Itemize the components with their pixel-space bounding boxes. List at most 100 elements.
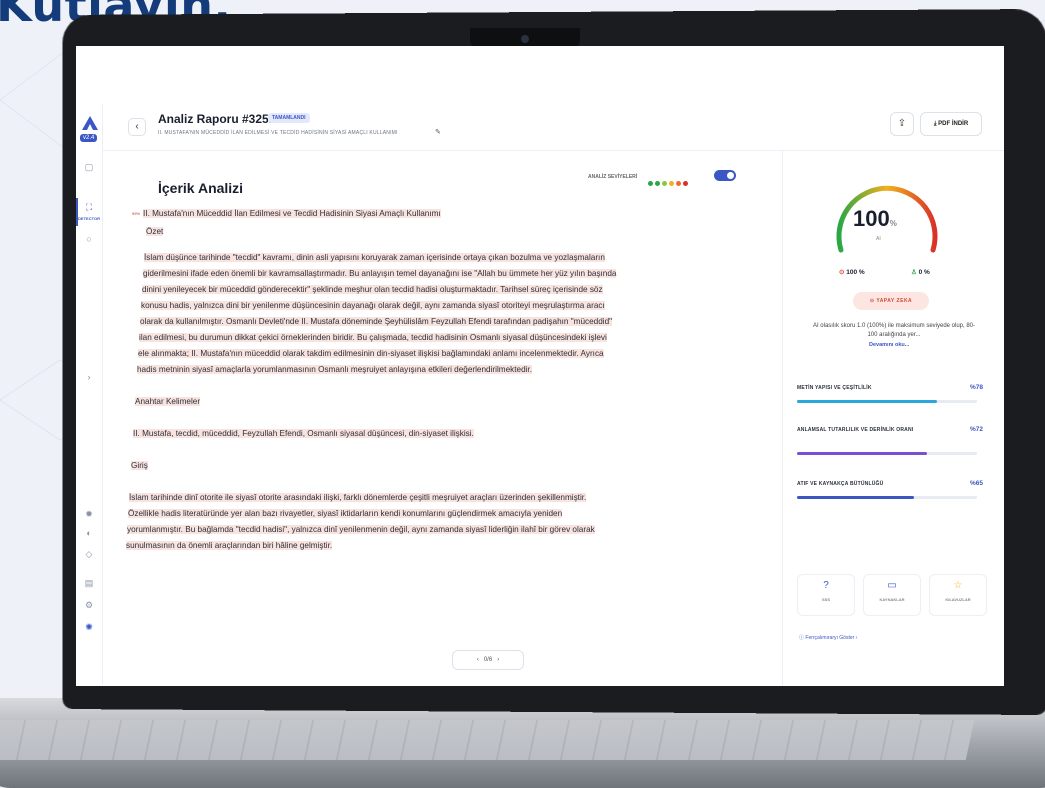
share-button[interactable]: ⇪ [890, 112, 914, 136]
metric-bar [797, 452, 977, 455]
metric-bar [797, 496, 977, 499]
doc-line: ilan edilmesi, bu durumun dikkat çekici … [139, 333, 607, 342]
metric-bar-fill [797, 496, 914, 499]
metric-bar-fill [797, 400, 938, 403]
back-button[interactable]: ‹ [128, 118, 146, 136]
detector-icon[interactable]: ⛶ [84, 202, 94, 212]
help-icon: ? [823, 580, 829, 591]
person-icon: ♙ [911, 269, 919, 276]
doc-heading-keywords: Anahtar Kelimeler [135, 397, 201, 406]
section-title: İçerik Analizi [158, 180, 244, 196]
app-logo-icon[interactable] [82, 116, 98, 130]
analysis-levels-label: ANALİZ SEVİYELERİ [588, 174, 638, 180]
print-icon[interactable]: ▤ [84, 578, 94, 588]
ai-percentage-value: 100 % [846, 269, 865, 276]
metric-structure: METİN YAPISI VE ÇEŞİTLİLİK %78 [797, 384, 983, 403]
sources-button[interactable]: ▭ KAYNAKLAR [863, 574, 921, 616]
human-percentage-value: 0 % [918, 269, 930, 276]
level-dot [676, 181, 681, 186]
show-sources-link[interactable]: ⓘ Ferrçalımıraryı Göster › [799, 634, 857, 641]
ai-description: AI olasılık skoru 1.0 (100%) ile maksimu… [812, 323, 976, 338]
status-badge: TAMAMLANDI [268, 113, 310, 123]
doc-line: sunulmasının da önemli araçlarından biri… [126, 541, 333, 550]
doc-line: İslam düşünce tarihinde "tecdid" kavramı… [144, 253, 605, 262]
metric-bar [797, 400, 977, 403]
sidebar-item-detector[interactable]: DETECTOR [76, 216, 102, 221]
keyboard [0, 720, 975, 760]
page-indicator: 0/6 [483, 657, 493, 663]
search-icon[interactable]: ○ [84, 234, 94, 244]
level-dot [662, 181, 667, 186]
level-dot [655, 181, 660, 186]
doc-title: II. Mustafa'nın Müceddid İlan Edilmesi v… [143, 209, 441, 219]
pdf-download-label: PDF İNDİR [938, 121, 969, 127]
sidebar: v2.4 ▢ ⛶ DETECTOR ○ › ✹ ◐ ◇ ▤ ⚙ ✺ [76, 104, 103, 684]
show-sources-label: Ferrçalımıraryı Göster [805, 635, 855, 641]
doc-line: ele alınmakta; II. Mustafa'nın müceddid … [138, 349, 604, 358]
doc-line: İslam tarihinde dinî otorite ile siyasî … [129, 493, 587, 502]
doc-line: giderilmesini ifade eden önemli bir kavr… [143, 269, 617, 278]
doc-line: Özellikle hadis literatüründe yer alan b… [128, 509, 563, 518]
ai-score-label: AI [876, 236, 881, 242]
drop-icon[interactable]: ◇ [84, 549, 94, 559]
chat-icon[interactable]: ▢ [84, 162, 94, 172]
paragraph-score: 99% [132, 211, 141, 216]
metric-bar-fill [797, 452, 927, 455]
metric-value: %78 [969, 384, 983, 391]
doc-heading-abstract: Özet [146, 227, 164, 236]
sidebar-active-indicator [76, 198, 78, 226]
report-header: ‹ Analiz Raporu #32511 TAMAMLANDI II. MU… [102, 104, 1004, 151]
ai-score-unit: % [889, 219, 897, 228]
guides-button[interactable]: ☆ KILAVUZLAR [929, 574, 987, 616]
app-screen: v2.4 ▢ ⛶ DETECTOR ○ › ✹ ◐ ◇ ▤ ⚙ ✺ ‹ Anal… [76, 46, 1004, 686]
metric-coherence: ANLAMSAL TUTARLILIK VE DERİNLİK ORANI %7… [797, 426, 983, 455]
next-page-icon[interactable]: › [497, 657, 499, 663]
ai-verdict-label: YAPAY ZEKA [876, 298, 913, 304]
moon-icon[interactable]: ◐ [84, 528, 94, 538]
metric-label: METİN YAPISI VE ÇEŞİTLİLİK [797, 385, 872, 391]
level-dot [669, 181, 674, 186]
prev-page-icon[interactable]: ‹ [477, 657, 479, 663]
metric-label: ATIF VE KAYNAKÇA BÜTÜNLÜĞÜ [797, 481, 884, 487]
metric-label: ANLAMSAL TUTARLILIK VE DERİNLİK ORANI [797, 427, 914, 433]
ai-percentage: ⊙ 100 % [839, 268, 865, 276]
doc-line: yorumlanmıştır. Bu bağlamda "tecdid hadi… [127, 525, 595, 534]
doc-heading-intro: Giriş [131, 461, 148, 470]
avatar[interactable]: ✺ [84, 622, 94, 632]
ai-verdict-badge: ⊙ YAPAY ZEKA [853, 292, 929, 310]
metric-value: %72 [969, 426, 983, 433]
metric-citation: ATIF VE KAYNAKÇA BÜTÜNLÜĞÜ %65 [797, 480, 983, 499]
edit-icon[interactable]: ✎ [435, 128, 441, 136]
doc-line: olarak da kullanılmıştır. Osmanlı Devlet… [140, 317, 613, 326]
camera-icon [521, 35, 529, 43]
ai-score-value: 100 [853, 206, 890, 231]
book-icon: ▭ [887, 580, 897, 591]
faq-button[interactable]: ? SSS [797, 574, 855, 616]
doc-line: hadis metninin siyasî amaçlarla yorumlan… [137, 365, 532, 374]
sources-label: KAYNAKLAR [879, 597, 905, 602]
settings-icon[interactable]: ⚙ [84, 600, 94, 610]
pagination: ‹ 0/6 › [452, 650, 524, 670]
content-analysis: İçerik Analizi ANALİZ SEVİYELERİ 99% II. … [102, 150, 782, 686]
level-dot [683, 181, 688, 186]
guides-label: KILAVUZLAR [945, 597, 971, 602]
analysis-toggle[interactable] [714, 170, 736, 181]
doc-line: konusu hadis, yalnızca dini bir yenilenm… [141, 301, 605, 310]
ai-score: 100% [853, 206, 897, 232]
result-panel: 100% AI ⊙ 100 % ♙ 0 % ⊙ YAPAY ZEKA AI ol… [782, 150, 1004, 686]
human-percentage: ♙ 0 % [911, 268, 930, 276]
faq-label: SSS [821, 597, 830, 602]
level-dot [648, 181, 653, 186]
metric-value: %65 [969, 480, 983, 487]
doc-line: dinini yenileyecek bir müceddid gönderec… [142, 285, 603, 294]
report-subtitle: II. MUSTAFA'NIN MÜCEDDİD İLAN EDİLMESİ V… [158, 130, 398, 136]
sun-icon[interactable]: ✹ [84, 509, 94, 519]
expand-icon[interactable]: › [84, 372, 94, 382]
laptop: v2.4 ▢ ⛶ DETECTOR ○ › ✹ ◐ ◇ ▤ ⚙ ✺ ‹ Anal… [0, 0, 1045, 788]
doc-keywords: II. Mustafa, tecdid, müceddid, Feyzullah… [133, 429, 474, 438]
read-more-link[interactable]: Devamını oku... [869, 342, 909, 348]
version-badge: v2.4 [80, 134, 98, 142]
pdf-download-button[interactable]: ⤓ PDF İNDİR [920, 112, 982, 136]
analysis-level-dots [648, 173, 690, 191]
star-icon: ☆ [953, 580, 963, 591]
